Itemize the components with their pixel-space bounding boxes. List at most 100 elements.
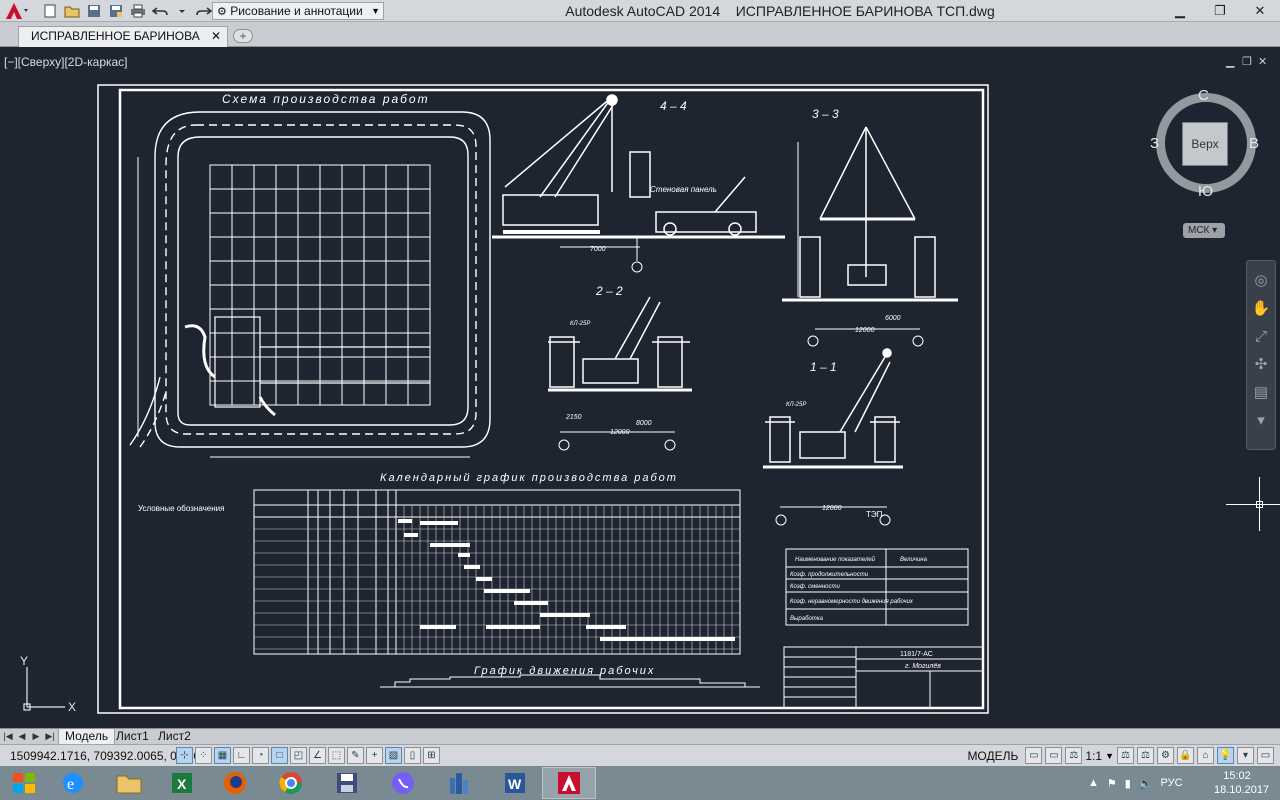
- snap-mode-icon[interactable]: ⁘: [195, 747, 212, 764]
- chrome-icon[interactable]: [264, 767, 318, 799]
- model-space-label[interactable]: МОДЕЛЬ: [967, 749, 1018, 763]
- legend-title: Условные обозначения: [138, 504, 224, 513]
- workspace-switching-icon[interactable]: ⚙: [1157, 747, 1174, 764]
- prev-layout-icon[interactable]: ◀: [16, 730, 28, 743]
- scale-dropdown-icon[interactable]: ▼: [1105, 751, 1114, 761]
- restore-button[interactable]: ❐: [1200, 0, 1240, 22]
- lineweight-icon[interactable]: +: [366, 747, 383, 764]
- dim-12000-11: 12000: [822, 505, 842, 512]
- orbit-icon[interactable]: ✣: [1250, 353, 1272, 375]
- print-icon[interactable]: [128, 2, 148, 20]
- word-icon[interactable]: W: [488, 767, 542, 799]
- annotation-visibility-icon[interactable]: ⚖: [1117, 747, 1134, 764]
- viewcube-top-face[interactable]: Верх: [1182, 122, 1228, 166]
- panel-label: Стеновая панель: [650, 185, 717, 194]
- first-layout-icon[interactable]: |◀: [2, 730, 14, 743]
- tab-sheet1[interactable]: Лист1: [110, 729, 155, 745]
- compass-east-label[interactable]: В: [1249, 135, 1259, 152]
- system-clock[interactable]: 15:02 18.10.2017: [1214, 769, 1270, 797]
- next-layout-icon[interactable]: ▶: [30, 730, 42, 743]
- viber-icon[interactable]: [376, 767, 430, 799]
- selection-cycling-icon[interactable]: ⊞: [423, 747, 440, 764]
- autocad-taskbar-icon[interactable]: [542, 767, 596, 799]
- internet-explorer-icon[interactable]: e: [46, 767, 100, 799]
- annotation-scale-icon[interactable]: ⚖: [1065, 747, 1083, 764]
- ortho-mode-icon[interactable]: ∟: [233, 747, 250, 764]
- windows-start-icon[interactable]: [10, 770, 38, 796]
- excel-icon[interactable]: X: [155, 767, 209, 799]
- workspace-dropdown[interactable]: ⚙ Рисование и аннотации ▼: [212, 2, 384, 20]
- calendar-bar: [476, 577, 492, 581]
- object-snap-icon[interactable]: □: [271, 747, 288, 764]
- transparency-icon[interactable]: ▧: [385, 747, 402, 764]
- file-title: ИСПРАВЛЕННОЕ БАРИНОВА ТСП.dwg: [735, 3, 995, 19]
- save-as-icon[interactable]: [106, 2, 126, 20]
- file-explorer-icon[interactable]: [102, 767, 156, 799]
- isolate-objects-icon[interactable]: 💡: [1217, 747, 1234, 764]
- volume-icon[interactable]: 🔈: [1139, 777, 1153, 790]
- cad-drawing: Схема производства работ 4 – 4 3 – 3 2 –…: [20, 84, 989, 714]
- navbar-menu-icon[interactable]: ▾: [1250, 409, 1272, 431]
- viewport-close-icon[interactable]: ✕: [1258, 55, 1267, 68]
- hardware-acceleration-icon[interactable]: ⌂: [1197, 747, 1214, 764]
- 3d-osnap-icon[interactable]: ◰: [290, 747, 307, 764]
- auto-scale-icon[interactable]: ⚖: [1137, 747, 1154, 764]
- compass-west-label[interactable]: З: [1150, 135, 1159, 152]
- save-file-app-icon[interactable]: [320, 767, 374, 799]
- drawing-viewport[interactable]: [−][Сверху][2D-каркас] ▁ ❐ ✕ Схема произ…: [0, 47, 1280, 728]
- undo-icon[interactable]: [150, 2, 170, 20]
- close-button[interactable]: ✕: [1240, 0, 1280, 22]
- new-tab-button[interactable]: +: [233, 29, 253, 43]
- clean-screen-icon[interactable]: ▭: [1257, 747, 1274, 764]
- quick-view-drawings-icon[interactable]: ▭: [1045, 747, 1063, 764]
- quick-view-layouts-icon[interactable]: ▭: [1025, 747, 1043, 764]
- polar-tracking-icon[interactable]: ◔: [252, 747, 269, 764]
- viewport-minimize-icon[interactable]: ▁: [1226, 55, 1234, 68]
- showmotion-icon[interactable]: ▤: [1250, 381, 1272, 403]
- new-file-icon[interactable]: [40, 2, 60, 20]
- allow-ucs-icon[interactable]: ⬚: [328, 747, 345, 764]
- minimize-button[interactable]: ▁: [1160, 0, 1200, 22]
- grid-display-icon[interactable]: ▦: [214, 747, 231, 764]
- lock-ui-icon[interactable]: 🔒: [1177, 747, 1194, 764]
- clock-date: 18.10.2017: [1214, 784, 1270, 796]
- status-bar-right: МОДЕЛЬ ▭ ▭ ⚖ 1:1 ▼ ⚖ ⚖ ⚙ 🔒 ⌂ 💡 ▾ ▭: [967, 747, 1274, 764]
- windows-taskbar: e X W ▲ ⚑ ▮ 🔈 РУС 15:02 18.10.2017: [0, 766, 1280, 800]
- close-tab-icon[interactable]: ✕: [211, 27, 221, 46]
- infer-constraints-icon[interactable]: ⊹: [176, 747, 193, 764]
- quick-properties-icon[interactable]: ▯: [404, 747, 421, 764]
- tray-expand-icon[interactable]: ▲: [1088, 777, 1099, 789]
- drafting-settings: ⊹ ⁘ ▦ ∟ ◔ □ ◰ ∠ ⬚ ✎ + ▧ ▯ ⊞: [176, 747, 440, 764]
- tab-document[interactable]: ИСПРАВЛЕННОЕ БАРИНОВА ТСП* ✕: [18, 26, 228, 62]
- status-bar: 1509942.1716, 709392.0065, 0.0000 ⊹ ⁘ ▦ …: [0, 744, 1280, 766]
- status-bar-menu-icon[interactable]: ▾: [1237, 747, 1254, 764]
- zoom-extents-icon[interactable]: ⤢: [1250, 325, 1272, 347]
- viewcube[interactable]: Верх С Ю З В: [1150, 87, 1262, 200]
- last-layout-icon[interactable]: ▶|: [44, 730, 56, 743]
- annotation-scale-value[interactable]: 1:1: [1085, 749, 1102, 763]
- save-icon[interactable]: [84, 2, 104, 20]
- firefox-icon[interactable]: [208, 767, 262, 799]
- tab-sheet2[interactable]: Лист2: [152, 729, 197, 745]
- redo-icon[interactable]: [194, 2, 214, 20]
- compass-south-label[interactable]: Ю: [1198, 183, 1213, 200]
- tep-col1: Наименование показателей: [795, 556, 876, 563]
- city-app-icon[interactable]: [432, 767, 486, 799]
- tep-row-4: Выработка: [790, 616, 824, 622]
- ucs-menu-button[interactable]: МСК ▾: [1183, 223, 1225, 238]
- steering-wheel-icon[interactable]: ◎: [1250, 269, 1272, 291]
- svg-text:W: W: [508, 776, 522, 792]
- calendar-bar: [486, 625, 540, 629]
- undo-dropdown-icon[interactable]: [172, 2, 192, 20]
- input-language[interactable]: РУС: [1161, 777, 1183, 789]
- dynamic-input-icon[interactable]: ✎: [347, 747, 364, 764]
- tab-model[interactable]: Модель: [58, 729, 116, 745]
- compass-north-label[interactable]: С: [1198, 87, 1209, 104]
- autocad-app-menu-icon[interactable]: [2, 1, 30, 21]
- object-snap-tracking-icon[interactable]: ∠: [309, 747, 326, 764]
- pan-hand-icon[interactable]: ✋: [1250, 297, 1272, 319]
- viewport-restore-icon[interactable]: ❐: [1242, 55, 1252, 68]
- open-folder-icon[interactable]: [62, 2, 82, 20]
- flag-icon[interactable]: ⚑: [1107, 777, 1117, 790]
- network-icon[interactable]: ▮: [1125, 777, 1131, 790]
